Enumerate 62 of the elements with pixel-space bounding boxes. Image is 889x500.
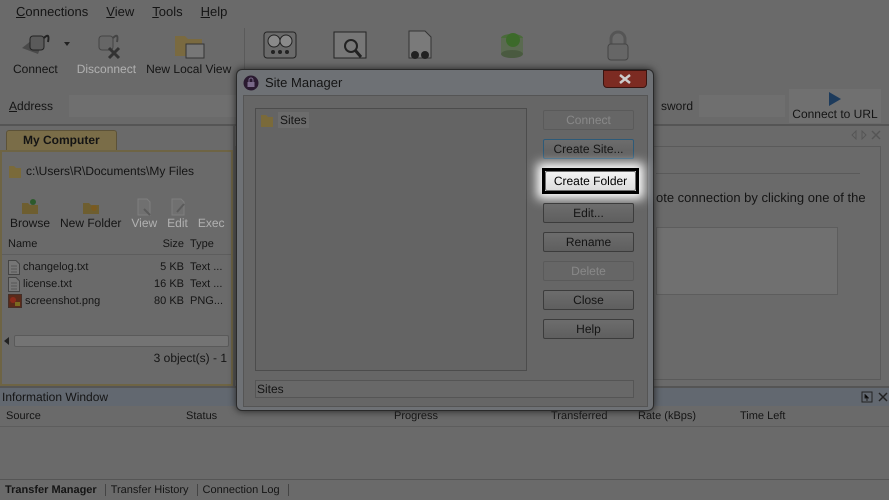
connection-hint: ote connection by clicking one of the xyxy=(656,190,867,205)
table-cell-text: PNG... xyxy=(189,295,224,308)
toolbar-button[interactable]: New Folder xyxy=(56,198,126,230)
text-file-icon xyxy=(8,276,20,292)
text-file-icon xyxy=(8,260,20,275)
column-header[interactable]: Transferred xyxy=(551,410,638,422)
dialog-button[interactable]: Help xyxy=(543,319,634,339)
path-text: c:\Users\R\Documents\My Files xyxy=(26,164,194,178)
caret-icon[interactable] xyxy=(64,42,70,46)
address-field[interactable] xyxy=(69,94,239,117)
panel-title: Information Window xyxy=(2,390,110,404)
panel-tab[interactable]: My Computer xyxy=(6,130,117,150)
toolbar-button[interactable]: New Local View xyxy=(141,24,236,76)
file-name[interactable]: license.txt xyxy=(23,278,72,290)
close-icon xyxy=(619,74,631,84)
column-header[interactable]: Type xyxy=(184,238,230,250)
column-header[interactable]: Rate (kBps) xyxy=(638,410,740,422)
site-tree[interactable]: Sites xyxy=(255,108,527,371)
table-cell-text: Text ... xyxy=(189,278,224,290)
window-title: Site Manager xyxy=(265,75,344,90)
toolbar-button[interactable]: Connect xyxy=(8,24,72,76)
dialog-button[interactable]: Close xyxy=(543,290,634,310)
folder-icon xyxy=(260,112,274,128)
close-button[interactable] xyxy=(603,70,647,88)
file-name[interactable]: screenshot.png xyxy=(25,295,100,308)
menu-item[interactable]: View xyxy=(106,4,134,20)
horizontal-scrollbar[interactable] xyxy=(14,334,229,347)
status-field: Sites xyxy=(255,380,634,398)
padlock-icon xyxy=(243,74,259,90)
dialog-button[interactable]: Create Folder xyxy=(545,171,636,191)
scroll-left-icon[interactable] xyxy=(4,336,10,345)
document-pencil-icon xyxy=(168,198,187,216)
column-header[interactable]: Status xyxy=(186,410,394,422)
tab[interactable]: Transfer Manager xyxy=(0,484,106,496)
dialog-button[interactable]: Edit... xyxy=(543,203,634,223)
pin-close-icon[interactable] xyxy=(861,390,889,403)
table-cell-text: 5 KB xyxy=(159,261,184,274)
image-file-icon xyxy=(8,294,22,308)
column-header[interactable]: Source xyxy=(6,410,186,422)
tree-item[interactable]: Sites xyxy=(278,112,309,128)
status-text: 3 object(s) - 1 xyxy=(152,350,228,367)
menu-item[interactable]: Help xyxy=(200,4,228,20)
tab[interactable]: Connection Log xyxy=(198,484,289,496)
menu-item[interactable]: Connections xyxy=(16,4,88,20)
dialog-button[interactable]: Rename xyxy=(543,232,634,252)
column-header[interactable]: Time Left xyxy=(740,410,800,422)
connect-to-url-button[interactable]: Connect to URL xyxy=(789,88,881,123)
column-header[interactable]: Progress xyxy=(394,410,551,422)
table-cell-text: 16 KB xyxy=(153,278,184,290)
document-search-icon xyxy=(135,198,154,216)
password-label: sword xyxy=(660,98,693,113)
table-cell-text: 80 KB xyxy=(153,295,184,308)
tab[interactable]: Transfer History xyxy=(106,484,198,496)
column-header[interactable]: Name xyxy=(2,238,152,250)
toolbar-button[interactable]: Browse xyxy=(6,198,54,230)
file-name[interactable]: changelog.txt xyxy=(23,261,88,274)
address-label: Address xyxy=(9,98,54,113)
column-header[interactable]: Size xyxy=(152,238,184,250)
menu-item[interactable]: Tools xyxy=(152,4,183,20)
dialog-button[interactable]: Create Site... xyxy=(543,139,634,159)
play-icon xyxy=(828,90,842,107)
table-cell-text: Text ... xyxy=(189,261,224,274)
